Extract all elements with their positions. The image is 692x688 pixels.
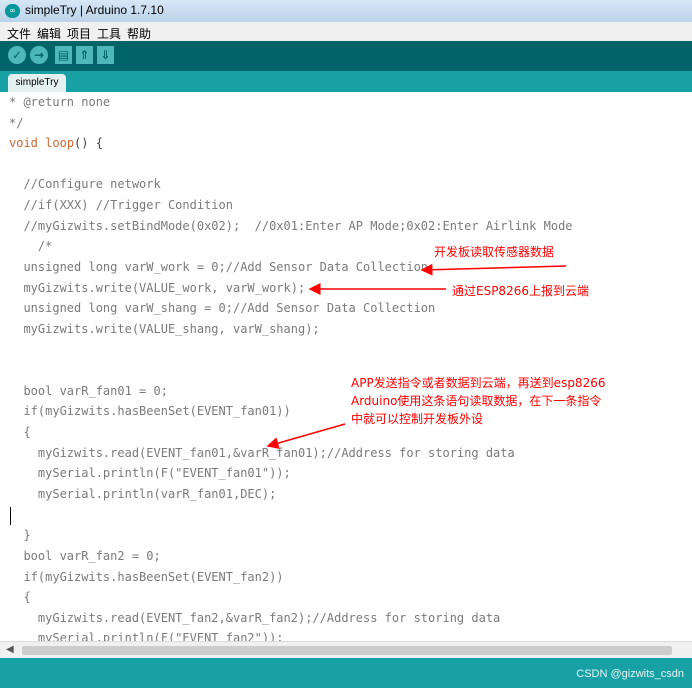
arrow-read: [266, 423, 346, 449]
arrow-sensor: [420, 263, 567, 276]
annotation-arrows: [266, 263, 567, 449]
